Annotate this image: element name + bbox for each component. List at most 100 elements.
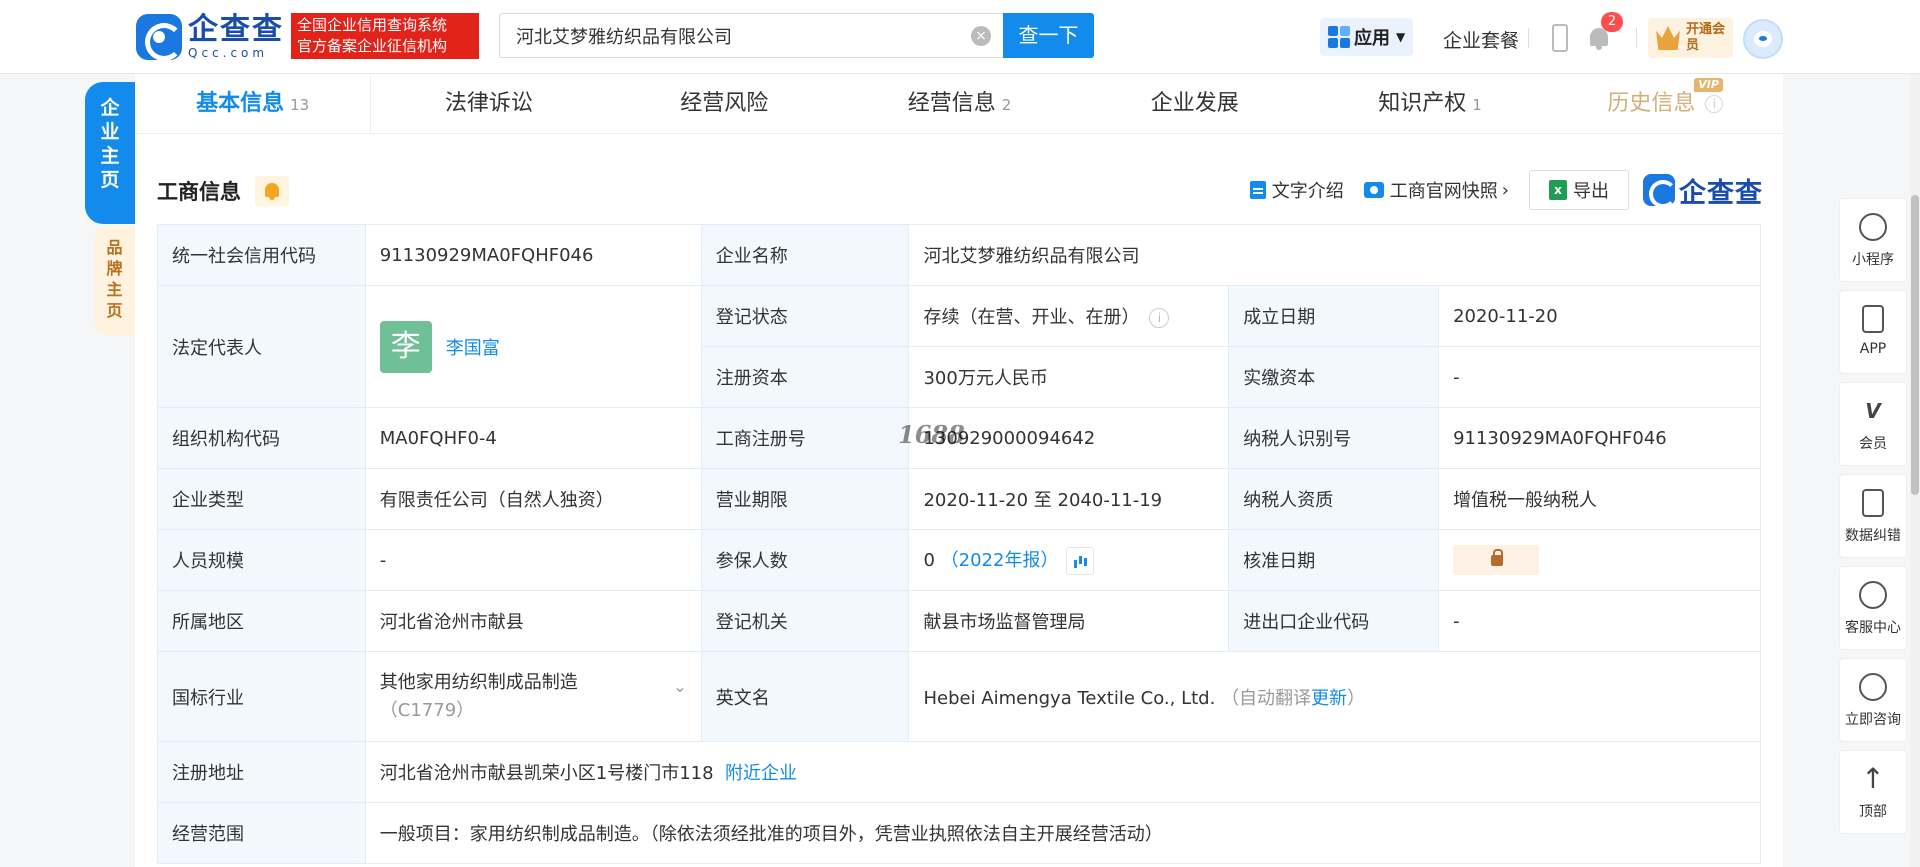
field-label: 登记状态	[700, 285, 910, 347]
tab-label: 历史信息	[1607, 91, 1696, 116]
region-value: 河北省沧州市献县	[364, 590, 702, 652]
tab-label: 企业发展	[1150, 91, 1239, 116]
tab-count: 1	[1472, 96, 1482, 114]
tab-development[interactable]: 企业发展	[1077, 74, 1312, 133]
field-label: 进出口企业代码	[1228, 590, 1440, 652]
mini-program-label: 小程序	[1852, 252, 1894, 268]
export-button[interactable]: x 导出	[1529, 170, 1629, 210]
arrow-up-icon: ↑	[1861, 762, 1885, 795]
vip-lock-icon[interactable]	[1453, 545, 1540, 575]
field-label: 法定代表人	[157, 285, 366, 408]
industry-value: 其他家用纺织制成品制造	[379, 671, 578, 693]
business-scope-value: 一般项目：家用纺织制成品制造。（除依法须经批准的项目外，凭营业执照依法自主开展经…	[364, 802, 1762, 864]
qcc-logo-icon	[1643, 174, 1677, 208]
field-label: 企业类型	[157, 468, 366, 530]
field-label: 经营范围	[157, 802, 366, 864]
field-label: 人员规模	[157, 529, 366, 591]
table-row: 法定代表人 李李国富 登记状态 存续（在营、开业、在册） i 成立日期 2020-…	[157, 285, 1761, 408]
member-button[interactable]: V 会员	[1839, 382, 1907, 466]
legal-rep-avatar: 李	[379, 320, 432, 373]
back-to-top-button[interactable]: ↑ 顶部	[1839, 750, 1907, 834]
text-intro-label: 文字介绍	[1271, 181, 1344, 202]
nearby-companies-link[interactable]: 附近企业	[725, 763, 797, 784]
table-row: 统一社会信用代码 91130929MA0FQHF046 企业名称 河北艾梦雅纺织…	[157, 224, 1761, 286]
brand-home-tab[interactable]: 品 牌 主 页	[94, 226, 135, 336]
tab-operation-info[interactable]: 经营信息 2	[842, 74, 1077, 133]
tax-id-value: 91130929MA0FQHF046	[1438, 407, 1761, 469]
import-export-code-value: -	[1438, 590, 1761, 652]
scrollbar-thumb[interactable]	[1911, 195, 1919, 495]
main-panel: 基本信息 13 法律诉讼 经营风险 经营信息 2 企业发展 知识产权 1 历史信息 i V…	[135, 74, 1783, 867]
official-snapshot-link[interactable]: 工商官网快照 ›	[1363, 177, 1509, 203]
tab-operation-risk[interactable]: 经营风险	[607, 74, 842, 133]
divider	[1636, 28, 1637, 48]
search-input[interactable]	[516, 14, 956, 57]
back-to-top-label: 顶部	[1859, 804, 1887, 820]
qcc-logo-icon	[136, 14, 183, 61]
open-vip-button[interactable]: 开通会员	[1648, 18, 1733, 58]
tab-count: 2	[1001, 96, 1012, 114]
table-row: 人员规模 - 参保人数 0 （2022年报） 核准日期	[157, 529, 1761, 591]
brand-home-char: 品	[106, 238, 123, 257]
user-avatar[interactable]	[1743, 19, 1783, 59]
tab-basic-info[interactable]: 基本信息 13	[135, 74, 372, 133]
enterprise-package-link[interactable]: 企业套餐	[1443, 26, 1519, 53]
chevron-down-icon: ▼	[1396, 30, 1406, 44]
tab-label: 知识产权	[1378, 91, 1467, 116]
clear-icon[interactable]: ×	[971, 26, 991, 46]
tab-ip[interactable]: 知识产权 1	[1312, 74, 1547, 133]
company-home-char: 页	[100, 169, 120, 191]
consult-label: 立即咨询	[1845, 712, 1901, 728]
slogan-line-2: 官方备案企业征信机构	[297, 37, 448, 55]
chevron-right-icon: ›	[1501, 179, 1509, 201]
annual-report-link[interactable]: （2022年报）	[941, 550, 1059, 571]
chevron-down-icon: ⌄	[673, 676, 687, 696]
tab-history[interactable]: 历史信息 i VIP	[1548, 74, 1783, 133]
app-button[interactable]: APP	[1839, 290, 1907, 374]
document-icon	[1249, 181, 1266, 199]
info-icon[interactable]: i	[1705, 95, 1724, 113]
update-link[interactable]: 更新	[1311, 688, 1347, 709]
address-value: 河北省沧州市献县凯荣小区1号楼门市118	[379, 763, 714, 784]
monitor-bell-icon[interactable]	[255, 176, 289, 206]
text-intro-link[interactable]: 文字介绍	[1249, 177, 1344, 203]
consult-button[interactable]: 立即咨询	[1839, 658, 1907, 742]
apps-menu-button[interactable]: 应用 ▼	[1320, 18, 1413, 56]
staff-size-value: -	[364, 529, 702, 591]
app-label: APP	[1859, 341, 1887, 357]
field-label: 参保人数	[700, 529, 910, 591]
field-label: 工商注册号	[700, 407, 910, 469]
address-cell: 河北省沧州市献县凯荣小区1号楼门市118 附近企业	[364, 741, 1762, 803]
qcc-brand-logo: 企查查	[1643, 171, 1763, 210]
logo-text: 企查查	[188, 12, 284, 47]
tab-litigation[interactable]: 法律诉讼	[371, 74, 606, 133]
mobile-phone-icon	[1862, 305, 1884, 333]
customer-service-button[interactable]: 客服中心	[1839, 566, 1907, 650]
section-tabs: 基本信息 13 法律诉讼 经营风险 经营信息 2 企业发展 知识产权 1 历史信息 i V…	[135, 74, 1783, 134]
field-label: 营业期限	[700, 468, 910, 530]
approve-date-cell	[1438, 529, 1761, 591]
industry-cell[interactable]: 其他家用纺织制成品制造 （C1779） ⌄	[364, 651, 702, 742]
data-correction-label: 数据纠错	[1845, 528, 1901, 544]
watermark: 1688	[898, 420, 965, 449]
chat-icon	[1859, 673, 1887, 701]
company-home-char: 业	[100, 121, 120, 143]
company-home-tab[interactable]: 企 业 主 页	[85, 82, 135, 224]
field-label: 成立日期	[1228, 285, 1440, 347]
mini-program-button[interactable]: 小程序	[1839, 198, 1907, 282]
field-label: 企业名称	[700, 224, 910, 286]
trend-chart-icon[interactable]	[1066, 546, 1095, 575]
authority-value: 献县市场监督管理局	[908, 590, 1230, 652]
search-button[interactable]: 查一下	[1003, 13, 1094, 58]
legal-rep-link[interactable]: 李国富	[446, 338, 500, 359]
term-value: 2020-11-20 至 2040-11-19	[908, 468, 1230, 530]
site-logo[interactable]: 企查查 Qcc.com	[136, 12, 284, 61]
mobile-phone-icon[interactable]	[1552, 24, 1568, 52]
brand-home-char: 主	[106, 280, 123, 299]
data-correction-button[interactable]: 数据纠错	[1839, 474, 1907, 558]
vip-tag: VIP	[1694, 78, 1723, 92]
english-name-value: Hebei Aimengya Textile Co., Ltd.	[923, 687, 1216, 709]
table-row: 企业类型 有限责任公司（自然人独资） 营业期限 2020-11-20 至 204…	[157, 468, 1761, 530]
info-icon[interactable]: i	[1149, 308, 1170, 328]
company-home-char: 企	[100, 97, 120, 119]
